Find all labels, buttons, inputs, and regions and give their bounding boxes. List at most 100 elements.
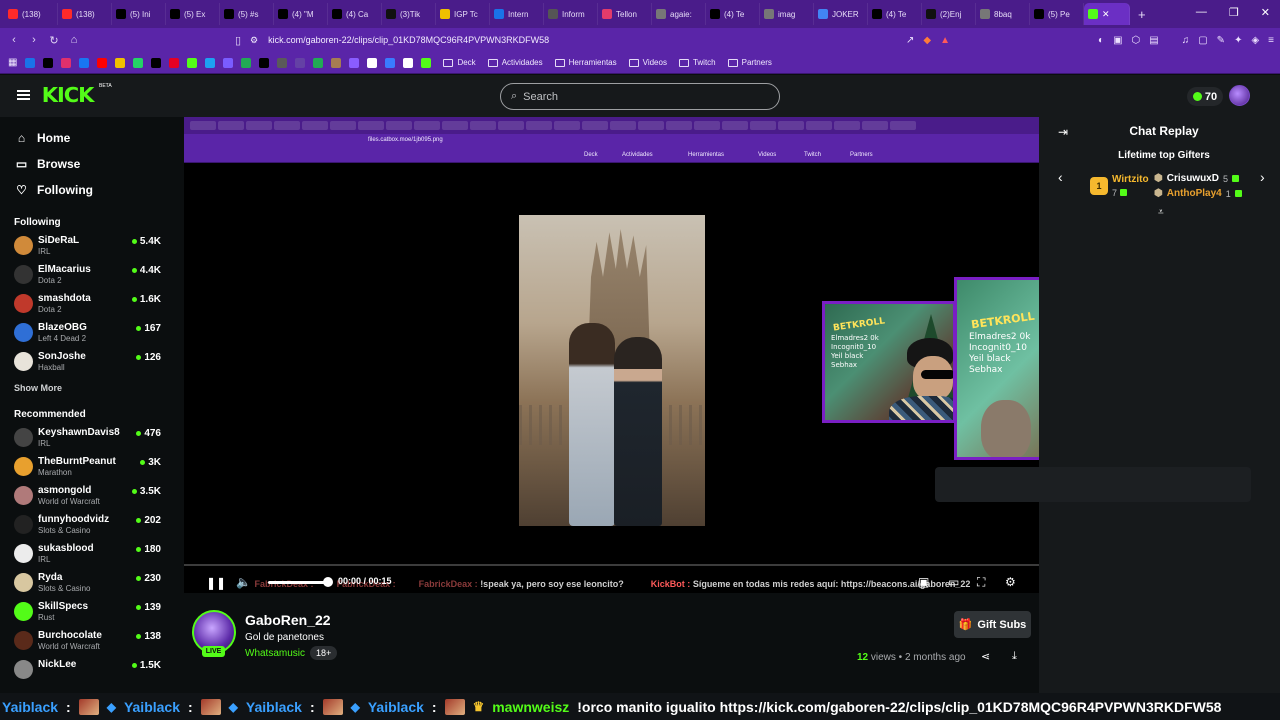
bookmark-favicon-icon[interactable] bbox=[331, 57, 342, 68]
restore-icon[interactable]: ❐ bbox=[1229, 6, 1239, 19]
sidebar-channel[interactable]: SkillSpecs Rust 139 bbox=[0, 598, 172, 627]
bookmark-folder[interactable]: Herramientas bbox=[554, 58, 617, 67]
share-icon[interactable]: ⋖ bbox=[981, 650, 990, 663]
nav-following[interactable]: ♡ Following bbox=[0, 177, 172, 203]
bookmark-favicon-icon[interactable] bbox=[25, 57, 36, 68]
bookmark-favicon-icon[interactable] bbox=[313, 57, 324, 68]
gifter-2[interactable]: ⬢ CrisuwuxD 5 bbox=[1154, 173, 1239, 184]
browser-tab[interactable]: (4) Te bbox=[868, 3, 922, 25]
browser-tab[interactable]: (3)Tik bbox=[382, 3, 436, 25]
user-avatar[interactable] bbox=[1229, 85, 1250, 106]
browser-tab[interactable]: (2)Enj bbox=[922, 3, 976, 25]
bookmark-folder[interactable]: Actividades bbox=[487, 58, 543, 67]
expand-gifters-icon[interactable]: ⩡ bbox=[1158, 207, 1164, 218]
minimize-icon[interactable]: — bbox=[1196, 6, 1207, 19]
bookmark-favicon-icon[interactable] bbox=[97, 57, 108, 68]
menu-icon[interactable]: ≡ bbox=[1268, 35, 1274, 46]
bookmark-folder[interactable]: Partners bbox=[727, 58, 772, 67]
bookmark-icon[interactable]: ▯ bbox=[228, 34, 248, 47]
sidebar-channel[interactable]: sukasblood IRL 180 bbox=[0, 540, 172, 569]
nav-home[interactable]: ⌂ Home bbox=[0, 125, 172, 151]
sidebar-channel[interactable]: Burchocolate World of Warcraft 138 bbox=[0, 627, 172, 656]
pip-icon[interactable]: ▭ bbox=[948, 575, 959, 589]
extension-icon-1[interactable]: ◐ bbox=[1098, 35, 1104, 46]
show-more-link[interactable]: Show More bbox=[0, 383, 172, 393]
browser-tab[interactable]: Intern bbox=[490, 3, 544, 25]
sidebar-channel[interactable]: SiDeRaL IRL 5.4K bbox=[0, 232, 172, 261]
new-tab-icon[interactable]: + bbox=[1138, 7, 1146, 22]
sidebar-channel[interactable]: asmongold World of Warcraft 3.5K bbox=[0, 482, 172, 511]
extension-icon-3[interactable]: ⬡ bbox=[1132, 35, 1141, 46]
theater-mode-icon[interactable]: ▣ bbox=[918, 575, 929, 589]
bookmark-favicon-icon[interactable] bbox=[79, 57, 90, 68]
url-field[interactable]: ⚙ kick.com/gaboren-22/clips/clip_01KD78M… bbox=[250, 30, 970, 50]
browser-tab[interactable]: agaie: bbox=[652, 3, 706, 25]
bookmark-folder[interactable]: Deck bbox=[443, 58, 476, 67]
bookmark-favicon-icon[interactable] bbox=[205, 57, 216, 68]
nav-browse[interactable]: ▭ Browse bbox=[0, 151, 172, 177]
vpn-icon[interactable]: ◈ bbox=[1251, 35, 1259, 46]
browser-tab[interactable]: Tellon bbox=[598, 3, 652, 25]
extension-icon-4[interactable]: ▤ bbox=[1149, 35, 1158, 46]
gifter-1-name[interactable]: Wirtzito bbox=[1112, 174, 1149, 185]
browser-tab[interactable]: (138) bbox=[4, 3, 58, 25]
sidebar-channel[interactable]: smashdota Dota 2 1.6K bbox=[0, 290, 172, 319]
browser-tab[interactable]: (4) Te bbox=[706, 3, 760, 25]
browser-tab[interactable]: JOKER bbox=[814, 3, 868, 25]
reload-icon[interactable]: ↻ bbox=[44, 34, 64, 47]
settings-icon[interactable]: ⚙ bbox=[1005, 575, 1016, 589]
back-icon[interactable]: ‹ bbox=[4, 34, 24, 46]
browser-tab[interactable]: (5) Pe bbox=[1030, 3, 1084, 25]
close-tab-icon[interactable]: ✕ bbox=[1102, 9, 1110, 20]
sidebar-channel[interactable]: ElMacarius Dota 2 4.4K bbox=[0, 261, 172, 290]
browser-tab[interactable]: imag bbox=[760, 3, 814, 25]
rewards-icon[interactable]: ▲ bbox=[940, 35, 950, 46]
extension-icon-6[interactable]: ✎ bbox=[1217, 35, 1225, 46]
extension-icon-7[interactable]: ✦ bbox=[1234, 35, 1242, 46]
sidebar-channel[interactable]: KeyshawnDavis8 IRL 476 bbox=[0, 424, 172, 453]
bookmark-favicon-icon[interactable] bbox=[61, 57, 72, 68]
site-info-icon[interactable]: ⚙ bbox=[250, 35, 258, 46]
browser-tab[interactable]: (5) #s bbox=[220, 3, 274, 25]
volume-slider-handle[interactable] bbox=[323, 577, 333, 587]
bookmark-favicon-icon[interactable] bbox=[169, 57, 180, 68]
streamer-name[interactable]: GaboRen_22 bbox=[245, 612, 331, 628]
video-progress-bar[interactable] bbox=[184, 564, 1039, 566]
sidebar-channel[interactable]: BlazeOBG Left 4 Dead 2 167 bbox=[0, 319, 172, 348]
close-icon[interactable]: ✕ bbox=[1261, 6, 1270, 19]
extension-icon-5[interactable]: ▢ bbox=[1198, 35, 1207, 46]
browser-tab-active[interactable]: ✕ bbox=[1084, 3, 1130, 25]
sidebar-channel[interactable]: NickLee 1.5K bbox=[0, 656, 172, 685]
bookmark-folder[interactable]: Videos bbox=[628, 58, 667, 67]
brave-shield-icon[interactable]: ◆ bbox=[923, 35, 931, 46]
bookmark-favicon-icon[interactable] bbox=[115, 57, 126, 68]
bookmark-favicon-icon[interactable] bbox=[385, 57, 396, 68]
bookmark-favicon-icon[interactable] bbox=[241, 57, 252, 68]
browser-tab[interactable]: (5) Ini bbox=[112, 3, 166, 25]
browser-tab[interactable]: (4) "M bbox=[274, 3, 328, 25]
gifters-next-icon[interactable]: › bbox=[1260, 169, 1265, 185]
bookmark-favicon-icon[interactable] bbox=[43, 57, 54, 68]
sidebar-channel[interactable]: Ryda Slots & Casino 230 bbox=[0, 569, 172, 598]
volume-icon[interactable]: 🔈 bbox=[236, 575, 251, 589]
sidebar-channel[interactable]: funnyhoodvidz Slots & Casino 202 bbox=[0, 511, 172, 540]
bookmark-favicon-icon[interactable] bbox=[223, 57, 234, 68]
bookmark-favicon-icon[interactable] bbox=[133, 57, 144, 68]
apps-grid-icon[interactable]: ▦ bbox=[8, 57, 17, 68]
volume-slider[interactable] bbox=[268, 581, 328, 584]
pause-icon[interactable]: ❚❚ bbox=[206, 576, 226, 590]
gift-subs-button[interactable]: 🎁 Gift Subs bbox=[954, 611, 1031, 638]
music-icon[interactable]: ♫ bbox=[1182, 35, 1190, 46]
bookmark-folder[interactable]: Twitch bbox=[678, 58, 716, 67]
share-page-icon[interactable]: ↗ bbox=[906, 35, 914, 46]
hamburger-menu-icon[interactable] bbox=[17, 90, 30, 100]
bookmark-favicon-icon[interactable] bbox=[421, 57, 432, 68]
bookmark-favicon-icon[interactable] bbox=[187, 57, 198, 68]
extension-icon-2[interactable]: ▣ bbox=[1113, 35, 1122, 46]
gifter-3[interactable]: ⬢ AnthoPlay4 1 bbox=[1154, 188, 1242, 199]
browser-tab[interactable]: Inform bbox=[544, 3, 598, 25]
bookmark-favicon-icon[interactable] bbox=[259, 57, 270, 68]
browser-tab[interactable]: IGP Tc bbox=[436, 3, 490, 25]
forward-icon[interactable]: › bbox=[24, 34, 44, 46]
fullscreen-icon[interactable]: ⛶ bbox=[977, 575, 985, 590]
